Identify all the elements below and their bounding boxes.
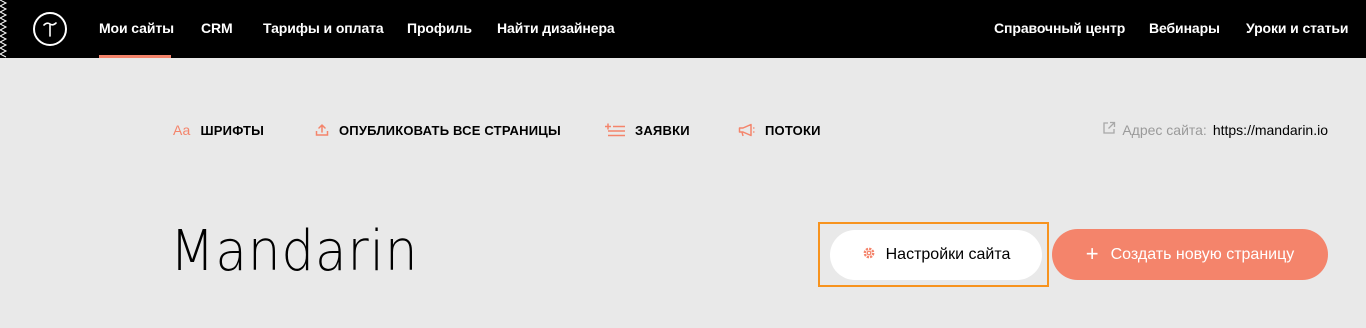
requests-label: ЗАЯВКИ bbox=[635, 122, 690, 138]
requests-action[interactable]: ЗАЯВКИ bbox=[605, 122, 690, 138]
upload-icon bbox=[315, 123, 329, 137]
nav-tariffs-payment[interactable]: Тарифы и оплата bbox=[263, 20, 384, 36]
publish-all-action[interactable]: ОПУБЛИКОВАТЬ ВСЕ СТРАНИЦЫ bbox=[315, 122, 561, 138]
fonts-label: ШРИФТЫ bbox=[200, 122, 265, 138]
nav-help-center[interactable]: Справочный центр bbox=[994, 20, 1125, 36]
zigzag-edge-decoration bbox=[0, 0, 8, 58]
streams-action[interactable]: ПОТОКИ bbox=[738, 122, 821, 138]
site-title: Mandarin bbox=[170, 219, 419, 284]
font-aa-icon: Aa bbox=[173, 122, 191, 138]
list-plus-icon bbox=[605, 123, 625, 137]
megaphone-icon bbox=[738, 123, 755, 137]
nav-my-sites[interactable]: Мои сайты bbox=[99, 20, 174, 36]
nav-find-designer[interactable]: Найти дизайнера bbox=[497, 20, 615, 36]
external-link-icon[interactable] bbox=[1102, 121, 1116, 138]
tilda-logo[interactable] bbox=[33, 12, 67, 46]
gear-icon bbox=[862, 246, 876, 265]
top-navigation-bar: Мои сайты CRM Тарифы и оплата Профиль На… bbox=[0, 0, 1366, 58]
site-address-url[interactable]: https://mandarin.io bbox=[1213, 122, 1328, 138]
create-new-page-button[interactable]: + Создать новую страницу bbox=[1052, 229, 1328, 280]
tilda-logo-icon bbox=[43, 22, 57, 37]
nav-active-indicator bbox=[99, 55, 171, 58]
create-new-page-label: Создать новую страницу bbox=[1110, 245, 1295, 263]
nav-webinars[interactable]: Вебинары bbox=[1149, 20, 1220, 36]
nav-profile[interactable]: Профиль bbox=[407, 20, 472, 36]
plus-icon: + bbox=[1085, 240, 1099, 266]
nav-crm[interactable]: CRM bbox=[201, 20, 233, 36]
fonts-action[interactable]: Aa ШРИФТЫ bbox=[173, 122, 264, 138]
site-address: Адрес сайта: https://mandarin.io bbox=[1102, 121, 1328, 138]
site-settings-label: Настройки сайта bbox=[885, 246, 1011, 263]
site-address-label: Адрес сайта: bbox=[1122, 121, 1207, 138]
streams-label: ПОТОКИ bbox=[765, 122, 821, 138]
site-settings-button[interactable]: Настройки сайта bbox=[830, 230, 1042, 280]
publish-all-label: ОПУБЛИКОВАТЬ ВСЕ СТРАНИЦЫ bbox=[339, 122, 561, 138]
nav-lessons-articles[interactable]: Уроки и статьи bbox=[1246, 20, 1348, 36]
